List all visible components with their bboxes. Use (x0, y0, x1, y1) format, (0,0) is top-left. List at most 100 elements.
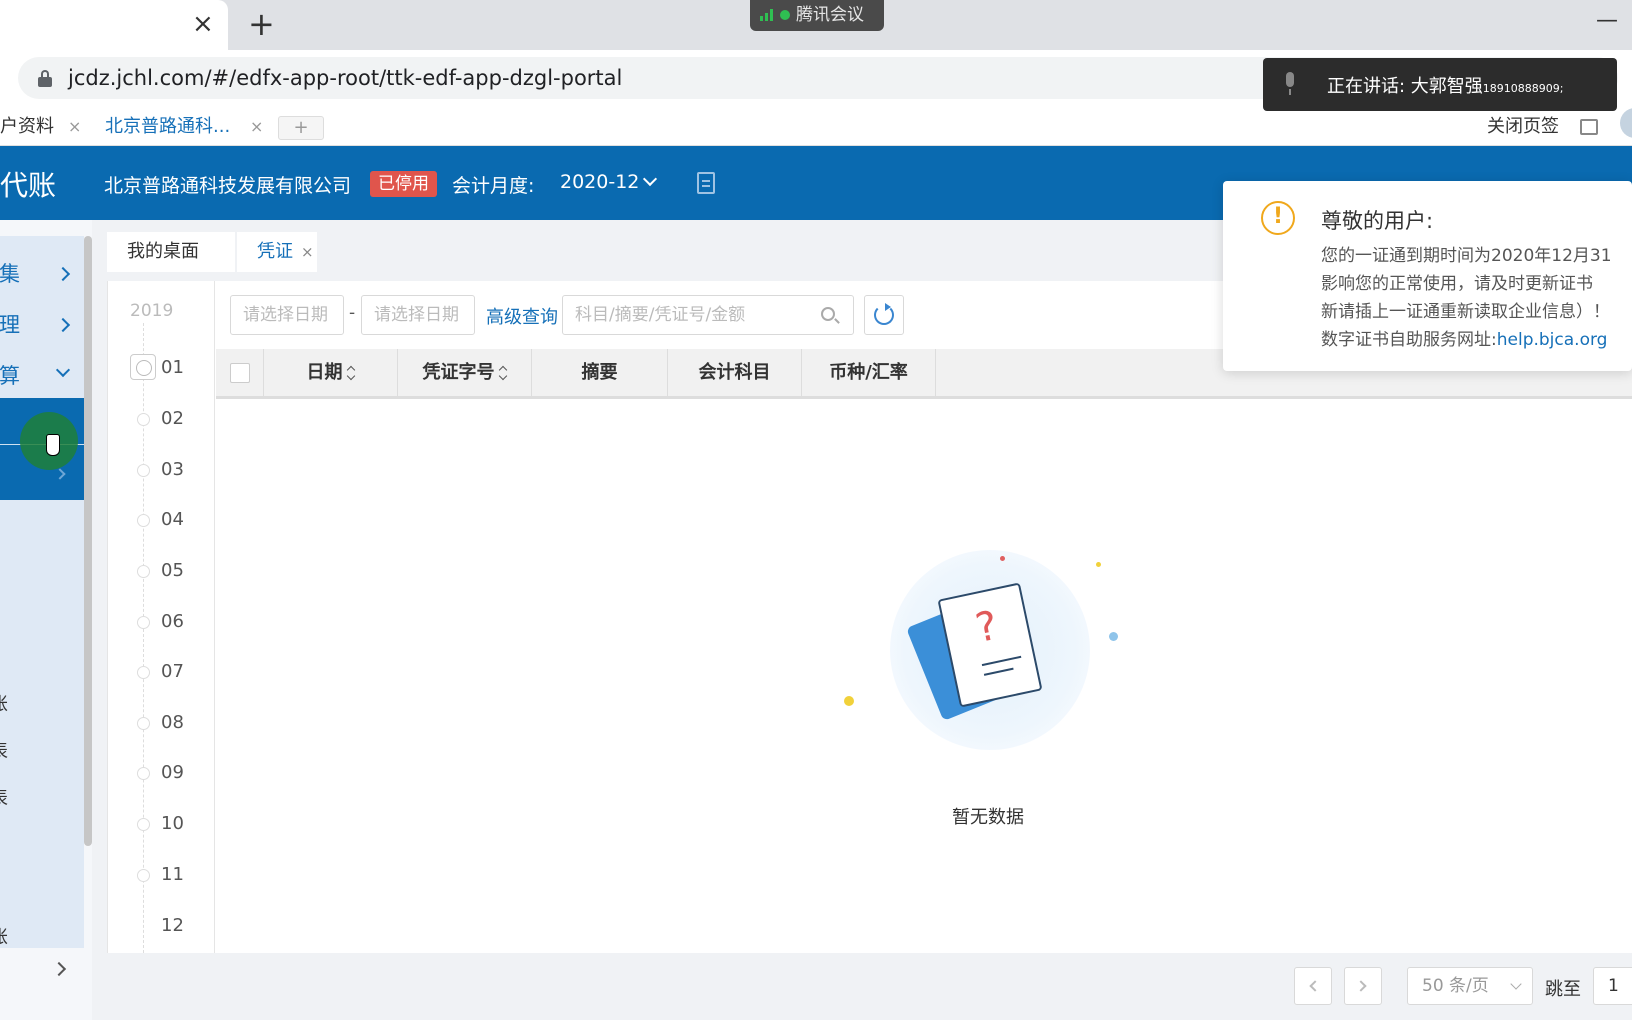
search-icon[interactable] (821, 307, 835, 321)
status-badge: 已停用 (370, 171, 437, 197)
warning-icon: ! (1261, 201, 1295, 235)
browser-tab-close-icon[interactable]: × (192, 10, 214, 38)
date-end-field[interactable]: 请选择日期 (361, 295, 475, 335)
sidebar-subitem[interactable]: 账 (0, 923, 8, 949)
timeline-month[interactable]: 07 (161, 661, 184, 682)
timeline-dot-icon (137, 565, 150, 578)
empty-state-text: 暂无数据 (952, 807, 1024, 828)
chevron-right-icon (55, 266, 71, 282)
decor-dot (844, 696, 854, 706)
column-header-date[interactable]: 日期 (264, 349, 398, 396)
document-line (983, 667, 1014, 676)
certificate-notice: ! 尊敬的用户: 您的一证通到期时间为2020年12月31 影响您的正常使用，请… (1223, 181, 1632, 371)
meeting-app-label: 腾讯会议 (796, 5, 864, 25)
column-header-summary: 摘要 (532, 349, 668, 396)
goto-page-input[interactable]: 1 (1593, 967, 1632, 1005)
url-text[interactable]: jcdz.jchl.com/#/edfx-app-root/ttk-edf-ap… (68, 66, 622, 90)
window-minimize-button[interactable]: — (1596, 8, 1618, 33)
empty-state-illustration: ? (844, 520, 1130, 760)
timeline-month[interactable]: 11 (161, 864, 184, 885)
decor-dot (1096, 562, 1101, 567)
refresh-button[interactable] (864, 295, 904, 335)
page-size-select[interactable]: 50 条/页 (1407, 967, 1533, 1005)
chevron-down-icon (55, 362, 71, 378)
app-tab-customer-info[interactable]: 户资料 × (0, 112, 84, 142)
timeline-dot-icon (137, 514, 150, 527)
sidebar-item-process[interactable]: 处理 (0, 300, 84, 350)
chevron-right-icon (1355, 980, 1367, 992)
document-line (981, 655, 1022, 667)
select-all-cell (216, 349, 264, 396)
refresh-icon (874, 303, 894, 325)
chevron-right-icon (54, 468, 66, 480)
sidebar-item-settle[interactable]: 结算 (0, 351, 84, 401)
notes-icon[interactable] (697, 172, 715, 194)
question-mark-icon: ? (971, 602, 1003, 652)
browser-tab[interactable]: × (0, 0, 228, 50)
sidebar-subitem[interactable]: 表 (0, 784, 8, 810)
briefcase-icon[interactable] (1580, 119, 1598, 135)
tab-voucher[interactable]: 凭证 × (237, 232, 317, 272)
sidebar: 采集 处理 结算 账 表 表 账 (0, 220, 92, 1020)
timeline-dot-icon (137, 818, 150, 831)
chevron-right-icon (55, 317, 71, 333)
chevron-left-icon (1309, 980, 1321, 992)
advanced-query-link[interactable]: 高级查询 (486, 303, 558, 329)
timeline-dot-icon (137, 717, 150, 730)
timeline-dot-icon (137, 464, 150, 477)
app-tab-close-icon[interactable]: × (250, 112, 263, 142)
search-placeholder: 科目/摘要/凭证号/金额 (575, 305, 746, 325)
app-tab-company[interactable]: 北京普路通科... × (100, 112, 268, 142)
timeline-month[interactable]: 01 (161, 357, 184, 378)
app-logo[interactable]: 代账 (0, 164, 56, 204)
app-tab-add-button[interactable]: + (278, 116, 324, 140)
sidebar-item-label: 结算 (0, 364, 20, 388)
lock-icon[interactable] (38, 70, 52, 87)
company-name[interactable]: 北京普路通科技发展有限公司 (104, 171, 351, 198)
sidebar-item-collect[interactable]: 采集 (0, 249, 84, 299)
timeline-month[interactable]: 08 (161, 712, 184, 733)
timeline-dot-icon (137, 869, 150, 882)
app-tab-close-icon[interactable]: × (68, 112, 81, 142)
sidebar-menu: 采集 处理 结算 (0, 236, 84, 948)
sidebar-item-label: 采集 (0, 262, 20, 286)
next-page-button[interactable] (1344, 967, 1382, 1005)
select-all-checkbox[interactable] (230, 363, 250, 383)
search-input[interactable]: 科目/摘要/凭证号/金额 (562, 295, 854, 335)
sort-icon[interactable] (499, 365, 507, 381)
timeline-month[interactable]: 04 (161, 509, 184, 530)
timeline-dot-icon (137, 616, 150, 629)
goto-label: 跳至 (1545, 979, 1581, 1000)
tab-my-desktop[interactable]: 我的桌面 (107, 232, 235, 272)
app-tab-strip: 户资料 × 北京普路通科... × + (0, 106, 1632, 146)
timeline-month[interactable]: 02 (161, 408, 184, 429)
sidebar-scrollbar[interactable] (84, 236, 92, 846)
timeline-month[interactable]: 05 (161, 560, 184, 581)
timeline-month[interactable]: 03 (161, 459, 184, 480)
date-range-dash: - (349, 303, 356, 323)
meeting-indicator[interactable]: 腾讯会议 (750, 0, 884, 31)
browser-tab-bar: × + 腾讯会议 — (0, 0, 1632, 50)
close-pages-button[interactable]: 关闭页签 (1487, 112, 1559, 138)
date-start-field[interactable]: 请选择日期 (230, 295, 344, 335)
period-selector[interactable]: 2020-12 (560, 171, 658, 193)
new-tab-button[interactable]: + (248, 6, 275, 42)
column-header-account: 会计科目 (668, 349, 802, 396)
timeline-month[interactable]: 12 (161, 915, 184, 936)
timeline-month[interactable]: 10 (161, 813, 184, 834)
timeline-active-dot-icon (130, 354, 156, 380)
column-header-voucher-no[interactable]: 凭证字号 (398, 349, 532, 396)
close-icon[interactable]: × (301, 243, 314, 261)
signal-icon (760, 9, 776, 21)
sidebar-subitem[interactable]: 账 (0, 690, 8, 716)
sidebar-subitem[interactable]: 表 (0, 737, 8, 763)
timeline-month[interactable]: 09 (161, 762, 184, 783)
notice-line: 影响您的正常使用，请及时更新证书 (1321, 274, 1593, 294)
notice-title: 尊敬的用户: (1321, 209, 1434, 233)
sort-icon[interactable] (347, 365, 355, 381)
prev-page-button[interactable] (1294, 967, 1332, 1005)
help-link[interactable]: help.bjca.org (1497, 330, 1608, 350)
sidebar-item-active[interactable] (0, 398, 84, 500)
timeline-month[interactable]: 06 (161, 611, 184, 632)
timeline-year[interactable]: 2019 (130, 301, 173, 321)
